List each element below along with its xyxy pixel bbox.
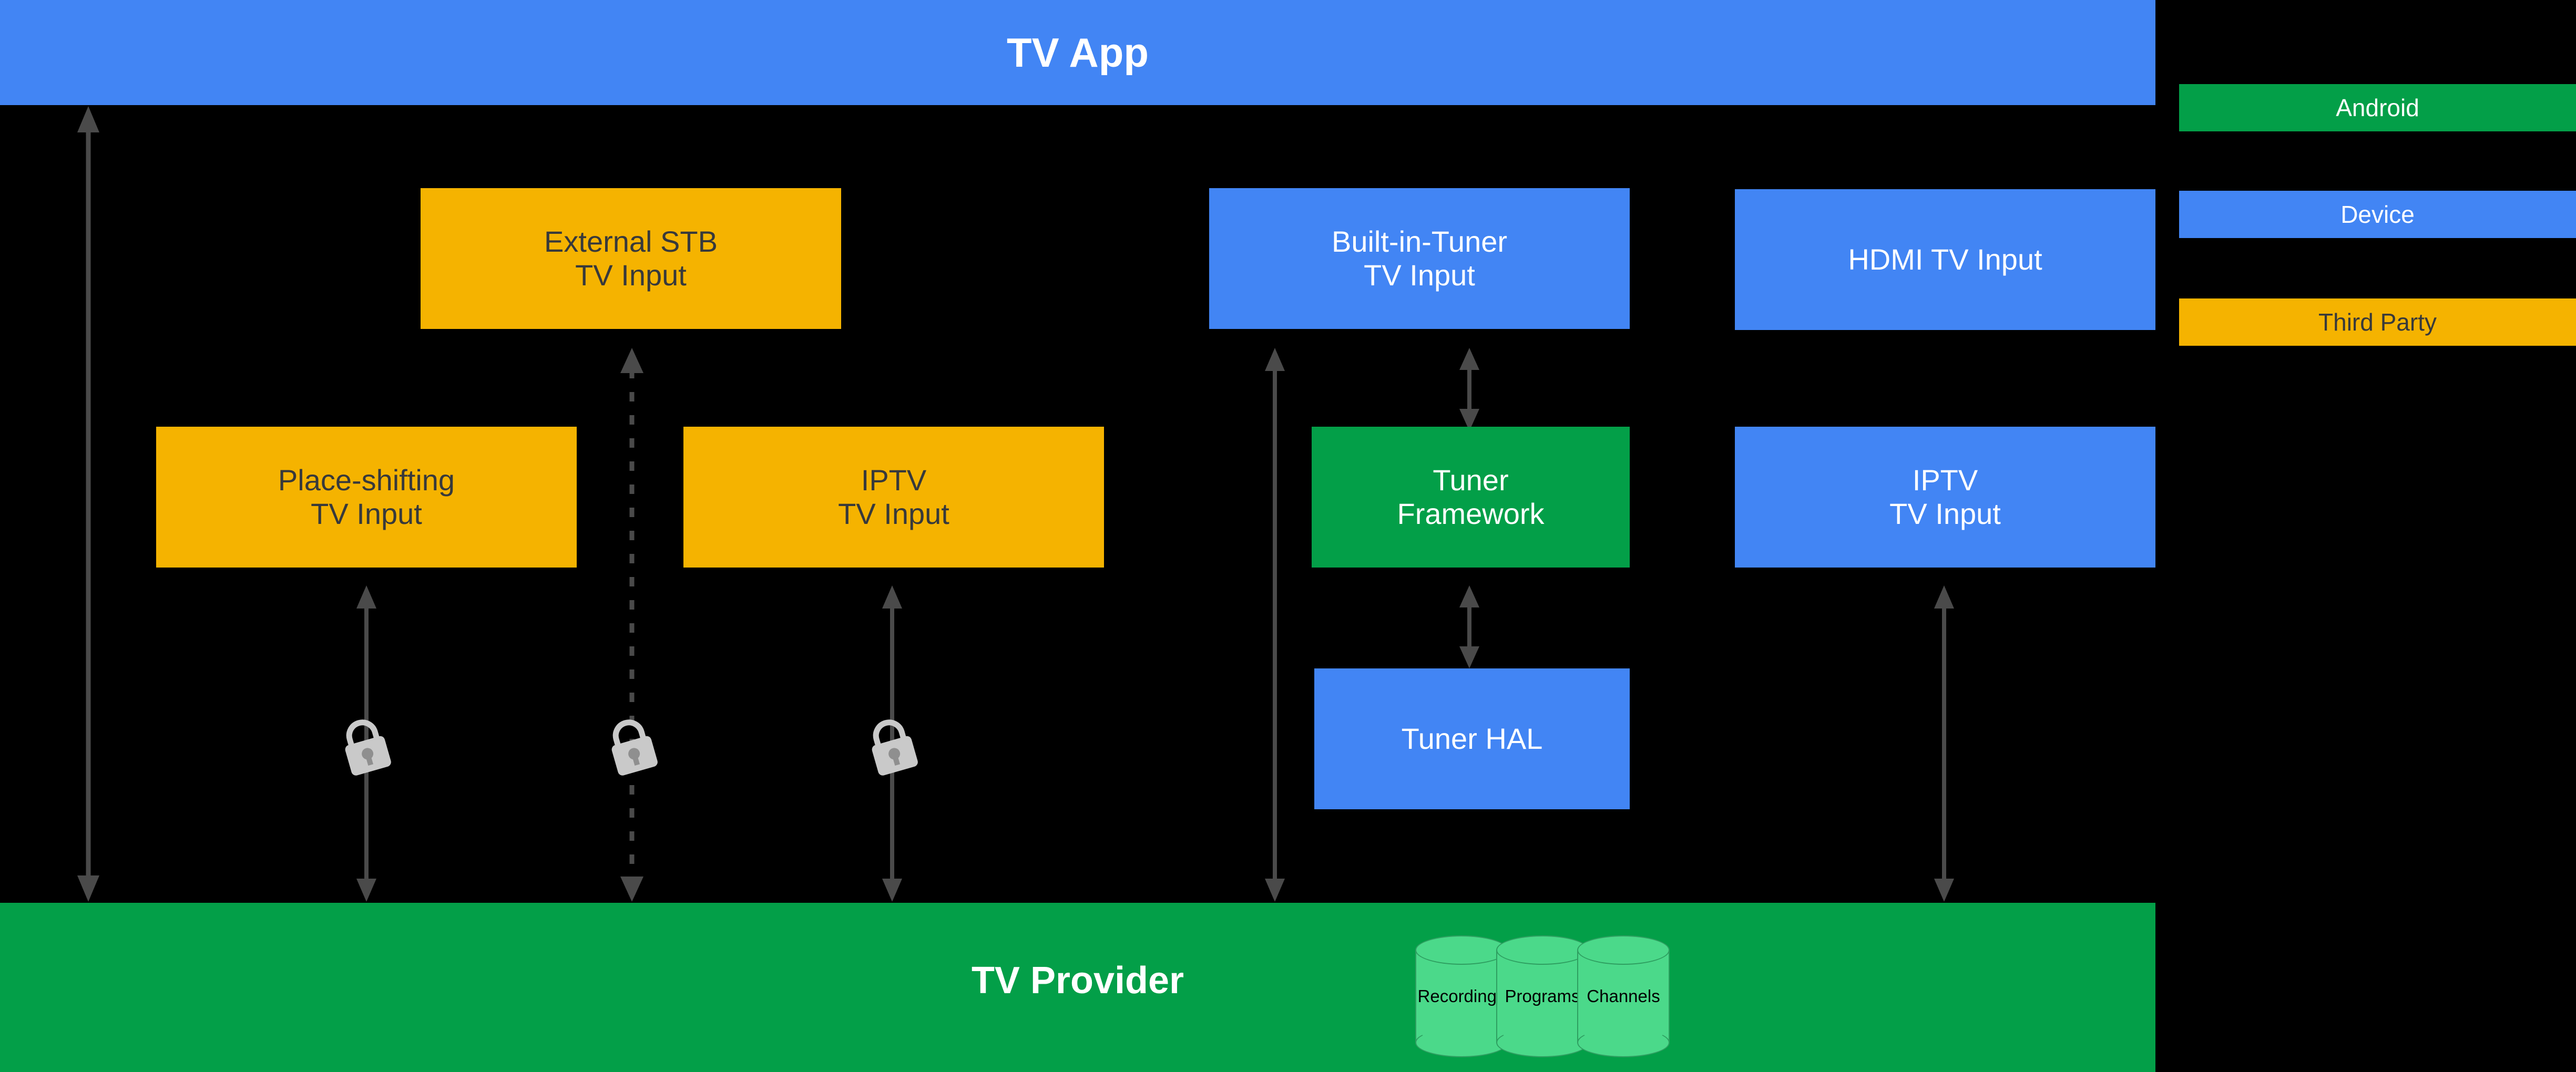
connector-built-in-tuner-to-tuner-framework xyxy=(1456,347,1483,432)
node-hdmi-tv-input[interactable]: HDMI TV Input xyxy=(1735,189,2155,330)
connector-external-stb-to-tv-provider xyxy=(619,347,645,903)
node-label-line: TV Input xyxy=(1889,497,2001,530)
lock-icon xyxy=(858,712,926,780)
legend-item-device: Device xyxy=(2179,191,2576,238)
legend-label: Android xyxy=(2336,94,2419,121)
database-label: Recordings xyxy=(1417,986,1506,1006)
tv-provider-label: TV Provider xyxy=(971,960,1184,1002)
node-place-shifting-tv-input[interactable]: Place-shifting TV Input xyxy=(156,427,577,568)
node-iptv-tv-input-third-party[interactable]: IPTV TV Input xyxy=(683,427,1104,568)
lock-icon xyxy=(598,712,666,780)
node-label-line: Framework xyxy=(1397,497,1545,530)
node-label-line: TV Input xyxy=(575,259,687,292)
tv-app-banner: TV App xyxy=(0,0,2155,105)
database-cylinder-channels[interactable]: Channels xyxy=(1577,935,1670,1057)
tv-provider-banner: TV Provider xyxy=(0,903,2155,1072)
node-label-line: TV Input xyxy=(838,497,949,530)
legend-item-android: Android xyxy=(2179,84,2576,131)
connector-built-in-tuner-to-tv-provider xyxy=(1262,347,1288,903)
node-label-line: IPTV xyxy=(861,463,927,497)
node-label-line: Place-shifting xyxy=(278,463,455,497)
node-tuner-hal[interactable]: Tuner HAL xyxy=(1314,668,1630,809)
legend-label: Third Party xyxy=(2318,308,2437,336)
database-label: Channels xyxy=(1587,986,1660,1006)
lock-icon xyxy=(331,712,400,780)
database-label: Programs xyxy=(1505,986,1580,1006)
node-label-line: External STB xyxy=(544,225,718,259)
node-label-line: Tuner HAL xyxy=(1401,722,1543,756)
tv-app-label: TV App xyxy=(1006,29,1149,76)
connector-iptv-device-to-tv-provider xyxy=(1931,584,1957,903)
node-iptv-tv-input-device[interactable]: IPTV TV Input xyxy=(1735,427,2155,568)
legend-label: Device xyxy=(2340,201,2415,228)
database-cylinder-recordings[interactable]: Recordings xyxy=(1415,935,1508,1057)
connector-tuner-framework-to-tuner-hal xyxy=(1456,584,1483,669)
node-label-line: Built-in-Tuner xyxy=(1331,225,1508,259)
diagram-canvas: TV App External STB TV Input Built-in-Tu… xyxy=(0,0,2576,1072)
connector-tv-app-to-tv-provider xyxy=(75,105,101,903)
node-external-stb-tv-input[interactable]: External STB TV Input xyxy=(421,188,841,329)
node-label-line: HDMI TV Input xyxy=(1848,243,2042,276)
node-label-line: Tuner xyxy=(1433,463,1509,497)
node-label-line: TV Input xyxy=(1364,259,1475,292)
node-label-line: IPTV xyxy=(1912,463,1978,497)
node-tuner-framework[interactable]: Tuner Framework xyxy=(1312,427,1630,568)
node-label-line: TV Input xyxy=(311,497,422,530)
legend-item-third-party: Third Party xyxy=(2179,298,2576,346)
node-built-in-tuner-tv-input[interactable]: Built-in-Tuner TV Input xyxy=(1209,188,1630,329)
